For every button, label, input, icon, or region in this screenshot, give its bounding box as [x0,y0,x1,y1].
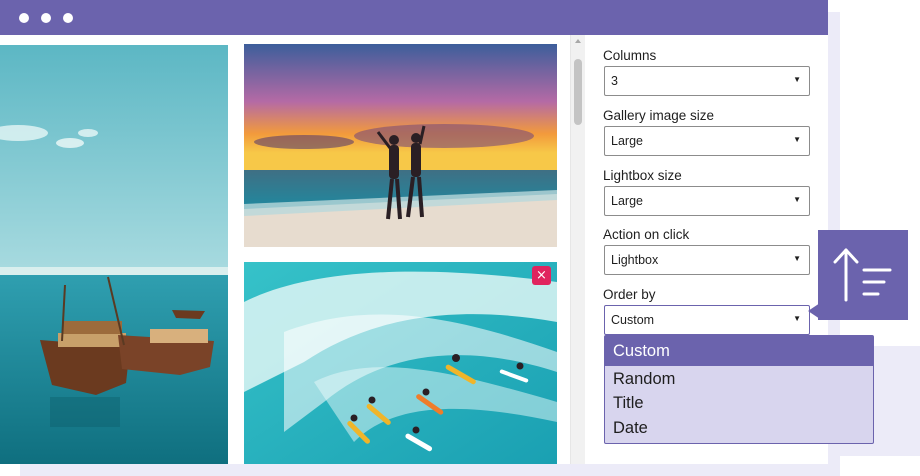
action-on-click-label: Action on click [603,227,690,242]
remove-image-button[interactable]: × [532,266,551,285]
columns-value: 3 [611,74,618,88]
scroll-thumb[interactable] [574,59,582,125]
columns-label: Columns [603,48,657,63]
sunset-photo-illustration [244,44,557,247]
window-titlebar [0,0,828,35]
gallery-image-surfers[interactable] [244,262,557,464]
gallery-image-boats[interactable] [0,45,228,464]
gallery-image-size-label: Gallery image size [603,108,715,123]
lightbox-size-select[interactable]: Large ▼ [604,186,810,216]
backdrop-bottom [20,463,840,476]
order-option-title[interactable]: Title [605,391,873,415]
gallery-image-size-select[interactable]: Large ▼ [604,126,810,156]
window-maximize-dot[interactable] [63,13,73,23]
chevron-down-icon: ▼ [793,254,801,263]
order-by-dropdown-list: Custom Random Title Date [604,335,874,444]
sort-ascending-icon [833,248,892,302]
sort-tooltip [818,230,908,320]
gallery-scrollbar[interactable] [570,35,585,464]
gallery-image-size-value: Large [611,134,643,148]
scroll-up-arrow-icon[interactable] [575,39,581,43]
order-by-label: Order by [603,287,656,302]
window-minimize-dot[interactable] [41,13,51,23]
gallery-image-sunset[interactable] [244,44,557,247]
order-by-select[interactable]: Custom ▼ [604,305,810,335]
chevron-down-icon: ▼ [793,135,801,144]
order-option-date[interactable]: Date [605,416,873,440]
chevron-down-icon: ▼ [793,75,801,84]
lightbox-size-label: Lightbox size [603,168,682,183]
order-option-custom[interactable]: Custom [605,336,873,366]
surfers-photo-illustration [244,262,557,464]
chevron-down-icon: ▼ [793,314,801,323]
action-on-click-select[interactable]: Lightbox ▼ [604,245,810,275]
chevron-down-icon: ▼ [793,195,801,204]
order-by-value: Custom [611,313,655,327]
gallery-canvas [0,35,570,464]
order-option-random[interactable]: Random [605,367,873,391]
boats-photo-illustration [0,45,228,464]
lightbox-size-value: Large [611,194,643,208]
columns-select[interactable]: 3 ▼ [604,66,810,96]
window-close-dot[interactable] [19,13,29,23]
action-on-click-value: Lightbox [611,253,659,267]
